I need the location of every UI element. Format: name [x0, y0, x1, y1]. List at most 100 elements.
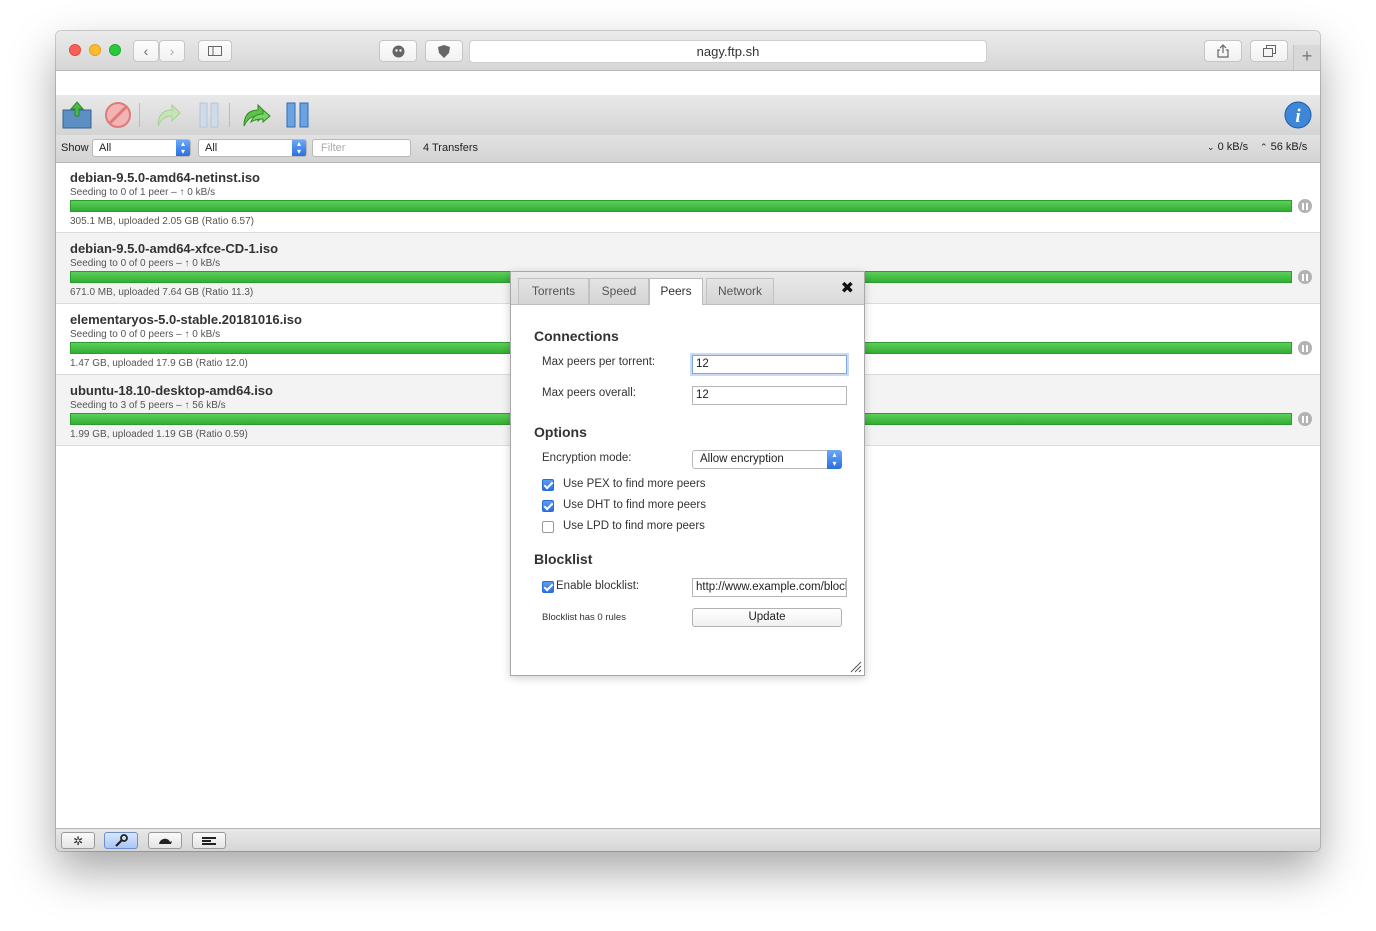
blocklist-checkbox[interactable]: [542, 581, 554, 593]
close-icon[interactable]: ✖: [841, 278, 854, 298]
select-arrows-icon: ▴ ▾: [827, 450, 842, 469]
svg-text:i: i: [1295, 106, 1301, 127]
tab-torrents[interactable]: Torrents: [518, 278, 589, 304]
close-window-button[interactable]: [69, 44, 81, 56]
resume-all-icon: [243, 103, 271, 127]
pause-all-icon: [286, 102, 309, 128]
shield-icon: [438, 44, 450, 58]
tab-peers[interactable]: Peers: [649, 278, 703, 305]
torrent-peers: Seeding to 3 of 5 peers – ↑ 56 kB/s: [70, 400, 226, 411]
pause-icon[interactable]: [1298, 412, 1312, 426]
forward-button[interactable]: ›: [159, 40, 185, 62]
update-blocklist-button[interactable]: Update: [692, 608, 842, 627]
page-header-area: [56, 71, 1320, 95]
preferences-dialog: Torrents Speed Peers Network ✖ Connectio…: [510, 271, 865, 676]
pause-icon[interactable]: [1298, 199, 1312, 213]
chevron-left-icon: ‹: [143, 43, 149, 59]
torrent-name: debian-9.5.0-amd64-xfce-CD-1.iso: [70, 241, 279, 256]
tab-speed[interactable]: Speed: [589, 278, 649, 304]
bottom-toolbar: ✲: [56, 828, 1320, 851]
status-filter-select[interactable]: All ▴ ▾: [92, 139, 191, 157]
extension-ublock-button[interactable]: [425, 40, 463, 62]
torrent-stats: 1.99 GB, uploaded 1.19 GB (Ratio 0.59): [70, 429, 248, 440]
address-bar[interactable]: nagy.ftp.sh: [469, 40, 987, 63]
extension-ghostery-button[interactable]: [379, 40, 417, 62]
torrent-row[interactable]: debian-9.5.0-amd64-netinst.iso Seeding t…: [56, 162, 1320, 233]
open-torrent-button[interactable]: [61, 100, 93, 130]
torrent-stats: 1.47 GB, uploaded 17.9 GB (Ratio 12.0): [70, 358, 248, 369]
preferences-button[interactable]: [104, 832, 138, 849]
info-icon: i: [1284, 101, 1312, 129]
remove-icon: [105, 102, 131, 128]
transfer-count: 4 Transfers: [423, 142, 479, 154]
dht-label: Use DHT to find more peers: [563, 499, 706, 511]
app-toolbar: i: [56, 95, 1320, 136]
encryption-mode-select[interactable]: Allow encryption ▴ ▾: [692, 450, 842, 469]
new-tab-button[interactable]: +: [1293, 45, 1320, 70]
torrent-name: ubuntu-18.10-desktop-amd64.iso: [70, 383, 273, 398]
chevron-right-icon: ›: [169, 43, 175, 59]
tabs-icon: [1262, 45, 1276, 57]
ghost-icon: [392, 45, 404, 57]
torrent-name: debian-9.5.0-amd64-netinst.iso: [70, 170, 260, 185]
pex-checkbox[interactable]: [542, 479, 554, 491]
start-torrent-button[interactable]: [152, 100, 184, 130]
torrent-peers: Seeding to 0 of 1 peer – ↑ 0 kB/s: [70, 187, 216, 198]
minimize-window-button[interactable]: [89, 44, 101, 56]
share-button[interactable]: [1204, 40, 1242, 62]
dht-checkbox[interactable]: [542, 500, 554, 512]
connections-heading: Connections: [534, 328, 619, 344]
compact-view-button[interactable]: [192, 832, 226, 849]
share-icon: [1217, 44, 1229, 58]
pause-all-button[interactable]: [282, 100, 314, 130]
inspector-button[interactable]: i: [1282, 100, 1314, 130]
torrent-peers: Seeding to 0 of 0 peers – ↑ 0 kB/s: [70, 329, 221, 340]
torrent-stats: 305.1 MB, uploaded 2.05 GB (Ratio 6.57): [70, 216, 255, 227]
remove-torrent-button[interactable]: [102, 100, 134, 130]
pause-icon[interactable]: [1298, 270, 1312, 284]
toolbar-separator: [139, 103, 140, 127]
upload-speed: ⌃ 56 kB/s: [1260, 141, 1308, 153]
sidebar-button[interactable]: [198, 40, 232, 62]
max-peers-torrent-field[interactable]: 12: [692, 355, 847, 374]
settings-button[interactable]: ✲: [61, 832, 95, 849]
tab-network[interactable]: Network: [706, 278, 774, 304]
filter-bar: Show All ▴ ▾ All ▴ ▾ Filter 4 Transfers ⌄ …: [56, 135, 1320, 163]
progress-bar: [70, 200, 1292, 212]
blocklist-rules-text: Blocklist has 0 rules: [542, 612, 626, 623]
lpd-label: Use LPD to find more peers: [563, 520, 705, 532]
filter-input[interactable]: Filter: [312, 139, 411, 157]
max-peers-overall-label: Max peers overall:: [542, 387, 636, 399]
tabs-overview-button[interactable]: [1250, 40, 1288, 62]
download-speed: ⌄ 0 kB/s: [1207, 141, 1249, 153]
pex-label: Use PEX to find more peers: [563, 478, 706, 490]
max-peers-torrent-label: Max peers per torrent:: [542, 356, 656, 368]
resize-grip-icon[interactable]: [850, 661, 862, 673]
options-heading: Options: [534, 424, 587, 440]
toolbar-separator: [229, 103, 230, 127]
start-all-button[interactable]: [241, 100, 273, 130]
turtle-icon: [159, 838, 172, 844]
encryption-mode-label: Encryption mode:: [542, 452, 632, 464]
max-peers-overall-field[interactable]: 12: [692, 386, 847, 405]
torrent-peers: Seeding to 0 of 0 peers – ↑ 0 kB/s: [70, 258, 221, 269]
turtle-mode-button[interactable]: [148, 832, 182, 849]
back-button[interactable]: ‹: [133, 40, 159, 62]
preferences-tabs: Torrents Speed Peers Network ✖: [511, 272, 864, 305]
pause-torrent-button[interactable]: [193, 100, 225, 130]
torrent-stats: 671.0 MB, uploaded 7.64 GB (Ratio 11.3): [70, 287, 254, 298]
chevron-down-icon: ⌄: [1207, 142, 1215, 152]
chevron-up-icon: ⌃: [1260, 142, 1268, 152]
pause-icon: [199, 102, 219, 128]
resume-arrow-icon: [157, 103, 181, 127]
tracker-filter-select[interactable]: All ▴ ▾: [198, 139, 307, 157]
zoom-window-button[interactable]: [109, 44, 121, 56]
pause-icon[interactable]: [1298, 341, 1312, 355]
gear-icon: ✲: [72, 833, 84, 848]
lpd-checkbox[interactable]: [542, 521, 554, 533]
blocklist-heading: Blocklist: [534, 551, 593, 567]
blocklist-enable-label: Enable blocklist:: [556, 580, 640, 592]
show-label: Show: [61, 142, 89, 154]
select-arrows-icon: ▴ ▾: [292, 140, 306, 156]
blocklist-url-field[interactable]: http://www.example.com/blocklist: [692, 578, 847, 597]
